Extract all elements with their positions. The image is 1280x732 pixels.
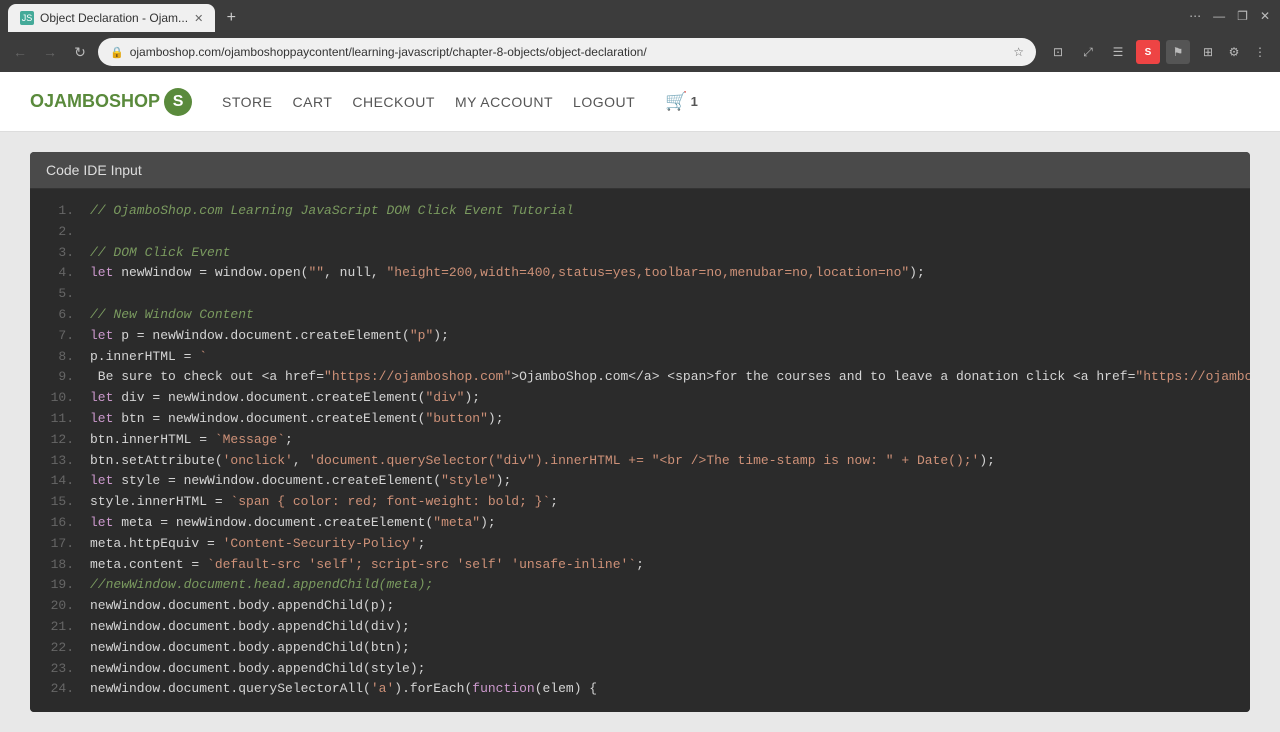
logo-text: OJAMBOSHOP <box>30 91 160 112</box>
nav-checkout[interactable]: CHECKOUT <box>352 94 435 110</box>
code-line-16: 16. let meta = newWindow.document.create… <box>30 513 1250 534</box>
more-options-icon[interactable]: ⋮ <box>1248 40 1272 64</box>
code-line-17: 17. meta.httpEquiv = 'Content-Security-P… <box>30 534 1250 555</box>
tab-area: JS Object Declaration - Ojam... ✕ + <box>8 2 243 30</box>
refresh-button[interactable]: ↻ <box>68 40 92 64</box>
window-restore-icon[interactable]: ❐ <box>1237 9 1248 23</box>
window-close-icon[interactable]: ✕ <box>1260 9 1270 23</box>
code-ide: Code IDE Input 1. // OjamboShop.com Lear… <box>30 152 1250 712</box>
extension-1-icon[interactable]: S <box>1136 40 1160 64</box>
code-line-1: 1. // OjamboShop.com Learning JavaScript… <box>30 201 1250 222</box>
code-line-5: 5. <box>30 284 1250 305</box>
code-line-4: 4. let newWindow = window.open("", null,… <box>30 263 1250 284</box>
logo-icon: S <box>164 88 192 116</box>
code-line-3: 3. // DOM Click Event <box>30 243 1250 264</box>
window-menu-icon: ⋯ <box>1189 9 1201 23</box>
tab-close-button[interactable]: ✕ <box>194 12 203 25</box>
settings-icon[interactable]: ⚙ <box>1222 40 1246 64</box>
window-minimize-icon[interactable]: — <box>1213 9 1225 23</box>
code-line-2: 2. <box>30 222 1250 243</box>
address-actions: ☆ <box>1013 45 1024 59</box>
code-ide-body[interactable]: 1. // OjamboShop.com Learning JavaScript… <box>30 189 1250 712</box>
code-line-10: 10. let div = newWindow.document.createE… <box>30 388 1250 409</box>
nav-links: STORE CART CHECKOUT MY ACCOUNT LOGOUT <box>222 94 635 110</box>
sidebar-toggle-icon[interactable]: ⊞ <box>1196 40 1220 64</box>
back-button[interactable]: ← <box>8 40 32 64</box>
share-icon[interactable]: ⤢ <box>1076 40 1100 64</box>
screen-cast-icon[interactable]: ⊡ <box>1046 40 1070 64</box>
cart-bag-icon: 🛒 <box>665 91 687 112</box>
code-line-8: 8. p.innerHTML = ` <box>30 347 1250 368</box>
addressbar-row: ← → ↻ 🔒 ojamboshop.com/ojamboshoppaycont… <box>0 32 1280 72</box>
code-line-23: 23. newWindow.document.body.appendChild(… <box>30 659 1250 680</box>
tab-favicon: JS <box>20 11 34 25</box>
active-tab[interactable]: JS Object Declaration - Ojam... ✕ <box>8 4 215 32</box>
code-line-9: 9. Be sure to check out <a href="https:/… <box>30 367 1250 388</box>
extension-icons: ⊡ ⤢ ☰ S ⚑ <box>1046 40 1190 64</box>
code-line-14: 14. let style = newWindow.document.creat… <box>30 471 1250 492</box>
code-line-12: 12. btn.innerHTML = `Message`; <box>30 430 1250 451</box>
code-line-15: 15. style.innerHTML = `span { color: red… <box>30 492 1250 513</box>
code-line-13: 13. btn.setAttribute('onclick', 'documen… <box>30 451 1250 472</box>
bookmark-icon[interactable]: ☆ <box>1013 45 1024 59</box>
code-line-20: 20. newWindow.document.body.appendChild(… <box>30 596 1250 617</box>
extension-2-icon[interactable]: ⚑ <box>1166 40 1190 64</box>
tab-title: Object Declaration - Ojam... <box>40 11 188 25</box>
code-line-22: 22. newWindow.document.body.appendChild(… <box>30 638 1250 659</box>
window-controls: ⋯ — ❐ ✕ <box>1187 9 1272 23</box>
code-line-18: 18. meta.content = `default-src 'self'; … <box>30 555 1250 576</box>
forward-button[interactable]: → <box>38 40 62 64</box>
code-line-11: 11. let btn = newWindow.document.createE… <box>30 409 1250 430</box>
nav-my-account[interactable]: MY ACCOUNT <box>455 94 553 110</box>
nav-cart[interactable]: CART <box>293 94 333 110</box>
titlebar: JS Object Declaration - Ojam... ✕ + ⋯ — … <box>0 0 1280 32</box>
sidebar-icons: ⊞ ⚙ ⋮ <box>1196 40 1272 64</box>
nav-store[interactable]: STORE <box>222 94 272 110</box>
cart-count: 1 <box>691 94 698 109</box>
cart-widget[interactable]: 🛒 1 <box>665 91 698 112</box>
site-navigation: OJAMBOSHOP S STORE CART CHECKOUT MY ACCO… <box>0 72 1280 132</box>
code-line-19: 19. //newWindow.document.head.appendChil… <box>30 575 1250 596</box>
code-line-7: 7. let p = newWindow.document.createElem… <box>30 326 1250 347</box>
nav-logout[interactable]: LOGOUT <box>573 94 635 110</box>
code-ide-header: Code IDE Input <box>30 152 1250 189</box>
browser-window: JS Object Declaration - Ojam... ✕ + ⋯ — … <box>0 0 1280 732</box>
main-content: Code IDE Input 1. // OjamboShop.com Lear… <box>0 132 1280 732</box>
new-tab-button[interactable]: + <box>219 6 243 30</box>
read-mode-icon[interactable]: ☰ <box>1106 40 1130 64</box>
code-line-21: 21. newWindow.document.body.appendChild(… <box>30 617 1250 638</box>
site-logo[interactable]: OJAMBOSHOP S <box>30 88 192 116</box>
lock-icon: 🔒 <box>110 46 124 59</box>
address-bar[interactable]: 🔒 ojamboshop.com/ojamboshoppaycontent/le… <box>98 38 1036 66</box>
url-text: ojamboshop.com/ojamboshoppaycontent/lear… <box>130 45 1008 59</box>
code-line-6: 6. // New Window Content <box>30 305 1250 326</box>
code-line-24: 24. newWindow.document.querySelectorAll(… <box>30 679 1250 700</box>
